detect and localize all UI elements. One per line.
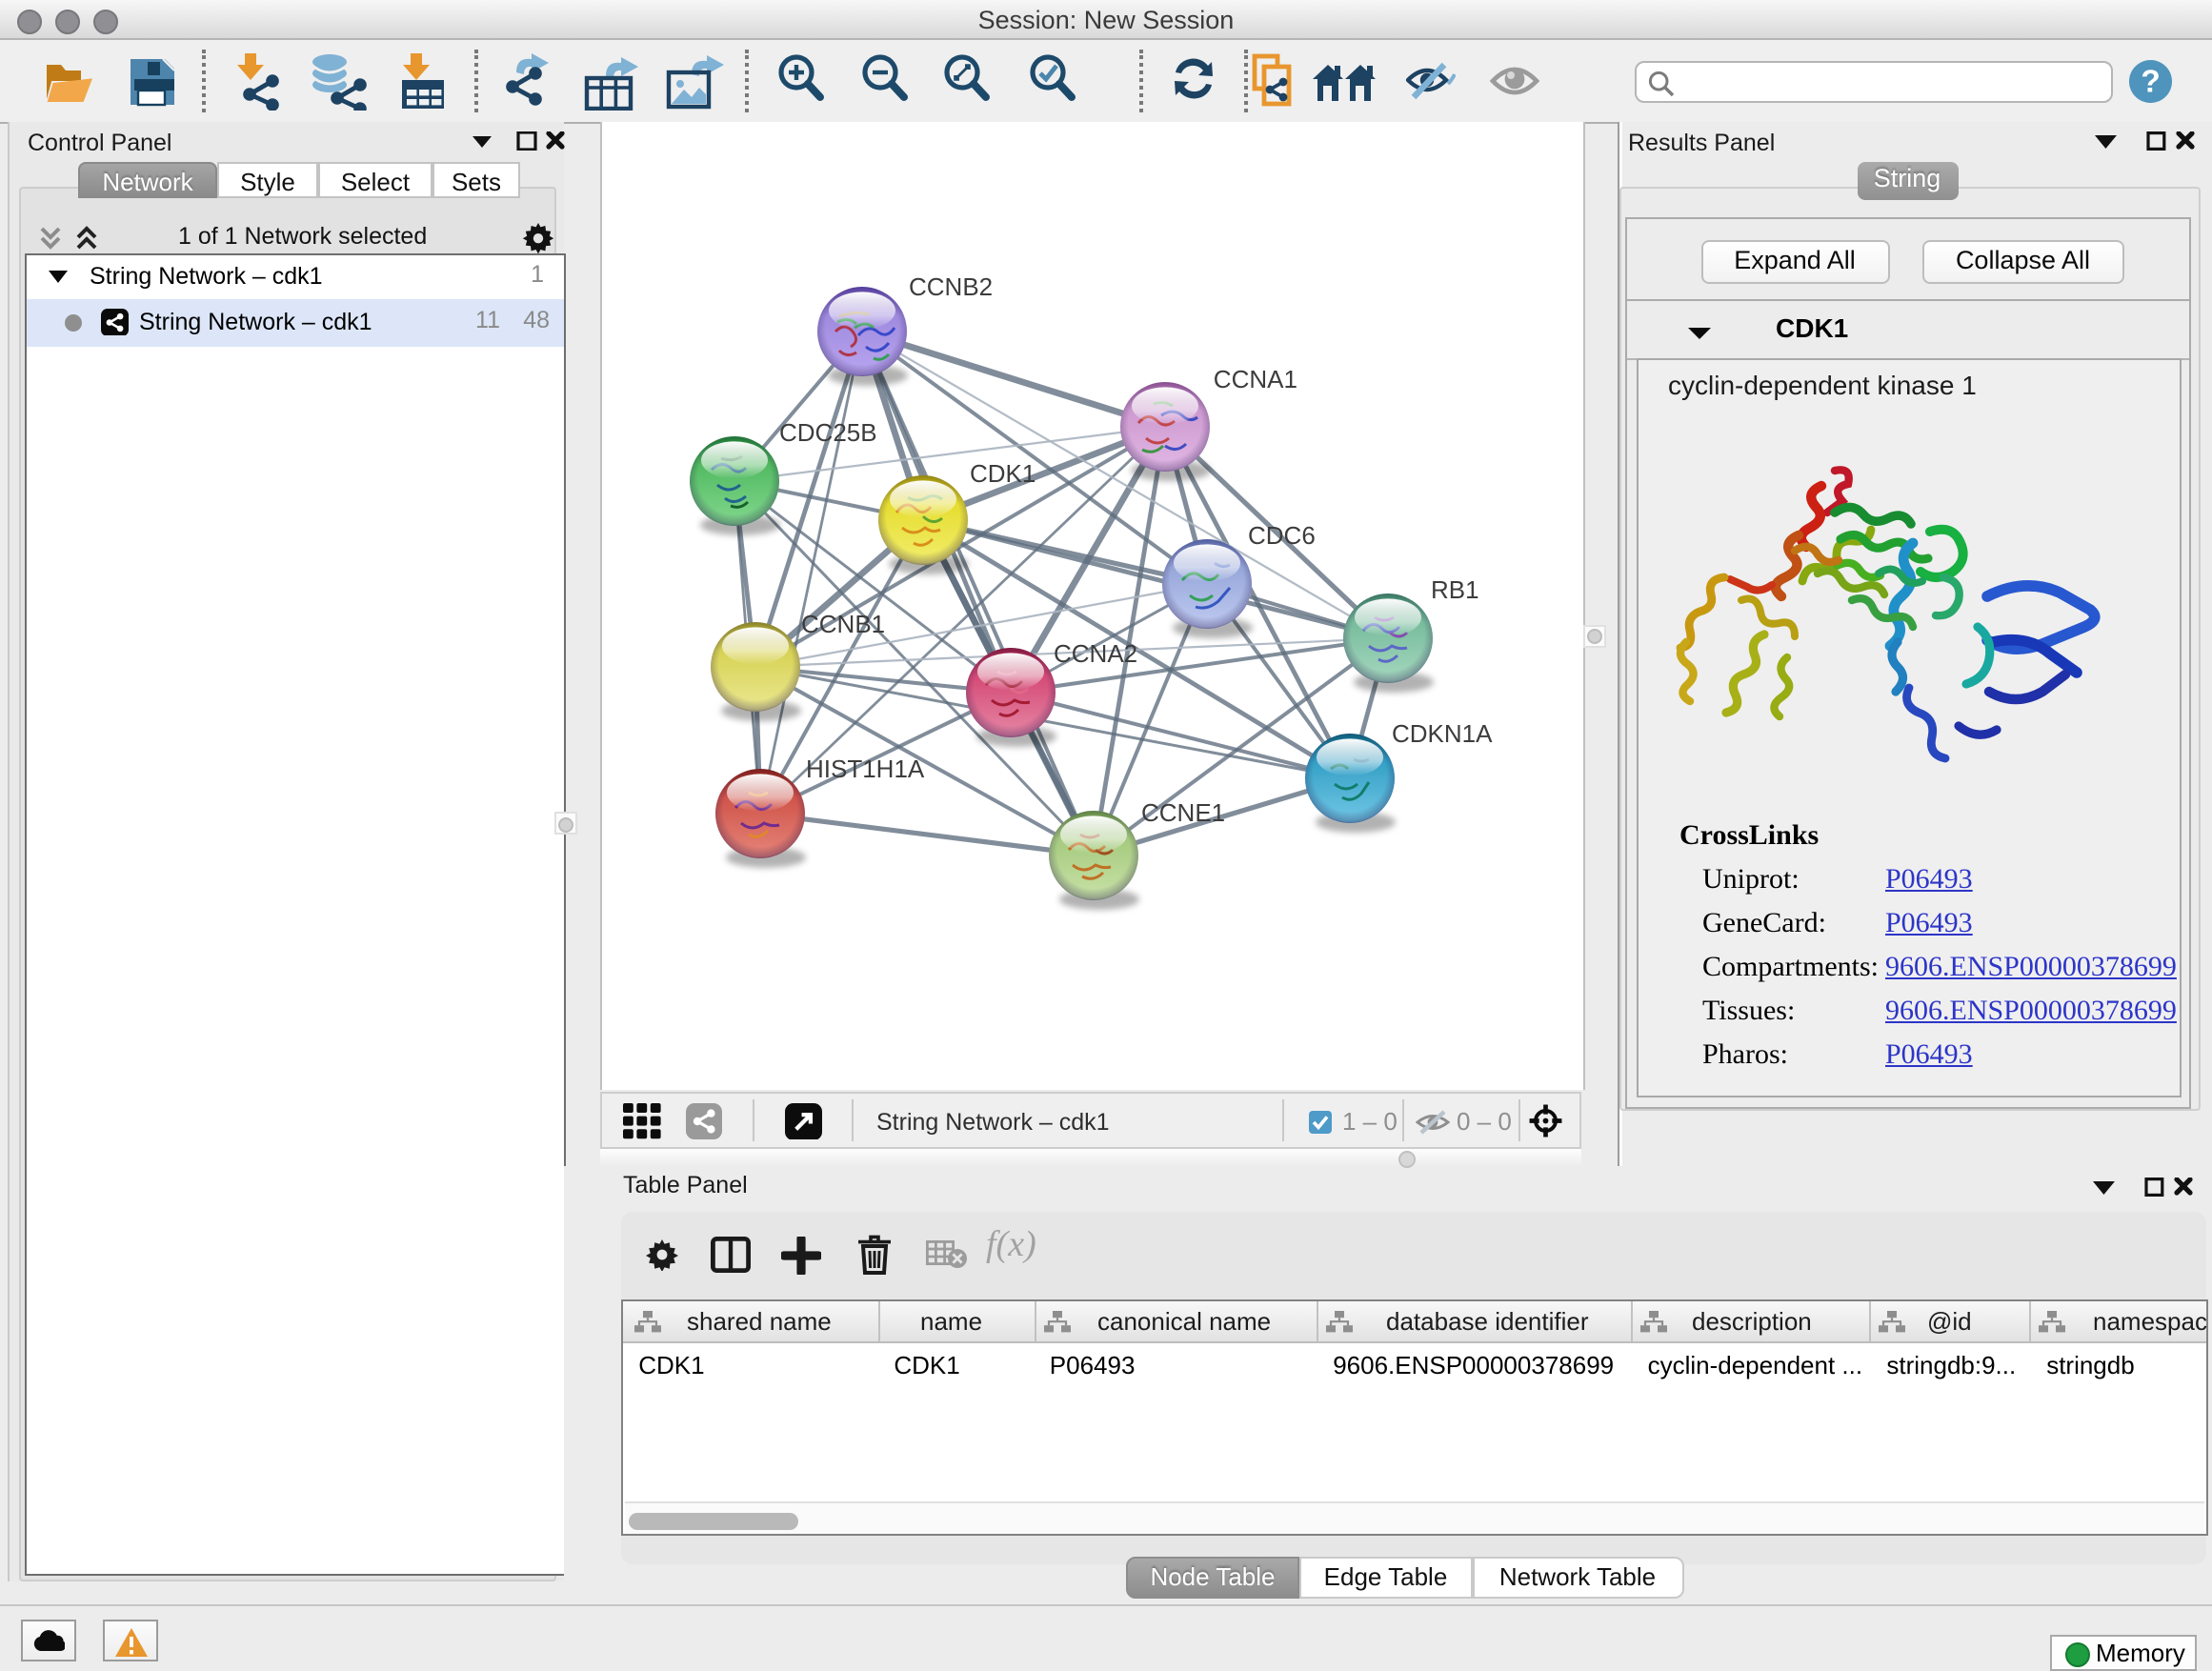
svg-text:CCNE1: CCNE1 [1140,798,1224,827]
svg-text:CCNB2: CCNB2 [908,272,992,301]
svg-text:CDC25B: CDC25B [778,418,876,447]
svg-text:CCNB1: CCNB1 [800,610,884,638]
svg-text:?: ? [2141,63,2160,98]
svg-text:HIST1H1A: HIST1H1A [805,755,924,783]
svg-text:CDK1: CDK1 [969,459,1035,488]
svg-text:RB1: RB1 [1430,575,1478,604]
svg-text:CCNA2: CCNA2 [1053,639,1136,668]
svg-text:CCNA1: CCNA1 [1213,365,1297,393]
svg-text:CDKN1A: CDKN1A [1391,719,1492,748]
svg-text:CDC6: CDC6 [1247,521,1315,550]
